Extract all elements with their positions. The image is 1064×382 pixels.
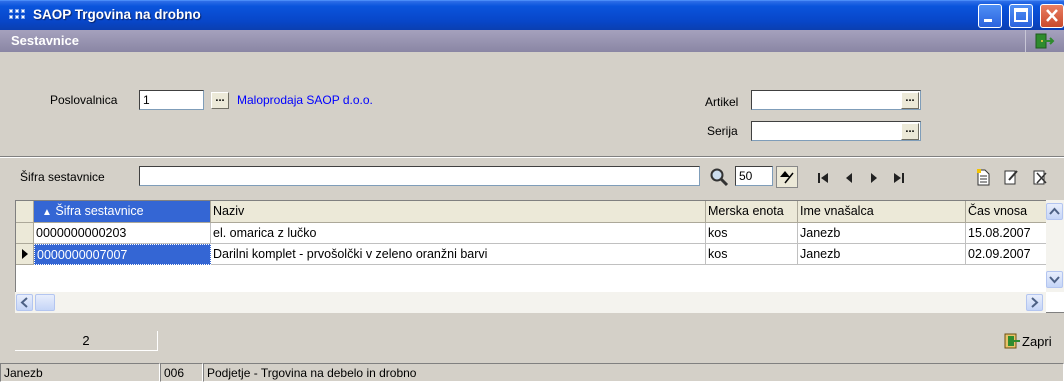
next-icon xyxy=(871,173,877,183)
last-icon xyxy=(894,173,904,183)
status-bar: Janezb 006 Podjetje - Trgovina na debelo… xyxy=(0,362,1064,382)
scroll-right-button[interactable] xyxy=(1026,294,1043,311)
scroll-thumb[interactable] xyxy=(35,294,55,311)
poslovalnica-input[interactable]: 1 xyxy=(139,90,204,110)
chevron-down-icon xyxy=(1049,276,1060,284)
column-header-sifra[interactable]: ▲ Šifra sestavnice xyxy=(34,201,211,223)
first-record-button[interactable] xyxy=(813,168,835,190)
form-title: Sestavnice xyxy=(11,33,79,48)
cell-ime-vnasalca[interactable]: Janezb xyxy=(798,223,966,244)
cell-naziv[interactable]: el. omarica z lučko xyxy=(211,223,706,244)
serija-label: Serija xyxy=(707,124,738,138)
current-row-arrow-icon xyxy=(22,249,28,259)
window-titlebar[interactable]: SAOP Trgovina na drobno xyxy=(0,0,1064,30)
poslovalnica-name-link[interactable]: Maloprodaja SAOP d.o.o. xyxy=(237,93,373,107)
artikel-input[interactable] xyxy=(751,90,921,110)
scroll-left-button[interactable] xyxy=(16,294,33,311)
vertical-scrollbar[interactable] xyxy=(1046,200,1064,292)
table-header-row: ▲ Šifra sestavnice Naziv Merska enota Im… xyxy=(16,201,1064,223)
edit-record-button[interactable] xyxy=(1001,167,1023,189)
new-document-icon xyxy=(977,169,990,186)
search-icon xyxy=(710,168,729,187)
poslovalnica-lookup-button[interactable]: ... xyxy=(211,92,229,109)
artikel-lookup-button[interactable]: ... xyxy=(901,92,919,109)
maximize-icon xyxy=(1014,8,1028,22)
cell-merska-enota[interactable]: kos xyxy=(706,244,798,265)
scroll-up-button[interactable] xyxy=(1046,203,1063,220)
row-indicator xyxy=(16,244,34,265)
table-row-selected[interactable]: 0000000007007 Darilni komplet - prvošolč… xyxy=(16,244,1064,265)
scroll-down-button[interactable] xyxy=(1046,271,1063,288)
form-caption: Sestavnice xyxy=(0,30,1064,52)
close-icon xyxy=(1046,9,1058,22)
horizontal-scrollbar[interactable] xyxy=(15,292,1046,313)
header-indicator xyxy=(16,201,34,223)
cell-cas-vnosa[interactable]: 02.09.2007 xyxy=(966,244,1047,265)
prev-icon xyxy=(846,173,852,183)
door-exit-icon xyxy=(1004,333,1020,349)
status-user: Janezb xyxy=(0,363,160,382)
poslovalnica-label: Poslovalnica xyxy=(50,93,118,107)
chevron-left-icon xyxy=(20,297,28,308)
record-count: 2 xyxy=(15,331,158,351)
rows-stepper-button[interactable] xyxy=(776,166,798,188)
close-form-button[interactable]: Zapri xyxy=(1002,331,1060,353)
serija-lookup-button[interactable]: ... xyxy=(901,123,919,140)
close-label: Zapri xyxy=(1022,334,1052,349)
status-company-code: 006 xyxy=(160,363,203,382)
column-header-cas-vnosa[interactable]: Čas vnosa xyxy=(966,201,1047,223)
table-row[interactable]: 0000000000203 el. omarica z lučko kos Ja… xyxy=(16,223,1064,244)
rows-per-page-input[interactable]: 50 xyxy=(735,166,773,186)
cell-sifra[interactable]: 0000000007007 xyxy=(34,244,211,265)
last-record-button[interactable] xyxy=(889,168,911,190)
artikel-label: Artikel xyxy=(705,95,739,109)
column-header-ime-vnasalca[interactable]: Ime vnašalca xyxy=(798,201,966,223)
cell-merska-enota[interactable]: kos xyxy=(706,223,798,244)
edit-document-icon xyxy=(1004,170,1018,185)
delete-document-icon xyxy=(1033,170,1047,185)
next-record-button[interactable] xyxy=(864,168,886,190)
delete-record-button[interactable] xyxy=(1030,167,1052,189)
exit-form-button[interactable] xyxy=(1025,30,1058,52)
prev-record-button[interactable] xyxy=(839,168,861,190)
maximize-button[interactable] xyxy=(1009,4,1033,28)
column-header-naziv[interactable]: Naziv xyxy=(211,201,706,223)
section-divider xyxy=(0,156,1064,158)
status-company: Podjetje - Trgovina na debelo in drobno xyxy=(203,363,1064,382)
app-icon xyxy=(9,9,26,23)
serija-input[interactable] xyxy=(751,121,921,141)
exit-door-icon xyxy=(1035,33,1055,49)
column-header-label: Šifra sestavnice xyxy=(55,204,144,218)
first-icon xyxy=(818,173,828,183)
sort-asc-icon: ▲ xyxy=(42,207,52,218)
search-input[interactable] xyxy=(139,166,700,186)
stepper-arrows-icon xyxy=(780,171,794,184)
window-title: SAOP Trgovina na drobno xyxy=(33,7,201,22)
chevron-right-icon xyxy=(1031,297,1039,308)
cell-sifra[interactable]: 0000000000203 xyxy=(34,223,211,244)
minimize-button[interactable] xyxy=(978,4,1002,28)
cell-cas-vnosa[interactable]: 15.08.2007 xyxy=(966,223,1047,244)
cell-ime-vnasalca[interactable]: Janezb xyxy=(798,244,966,265)
close-window-button[interactable] xyxy=(1040,4,1064,28)
search-button[interactable] xyxy=(708,166,730,188)
minimize-icon xyxy=(984,19,992,22)
chevron-up-icon xyxy=(1049,207,1060,215)
search-label: Šifra sestavnice xyxy=(20,170,105,184)
new-record-button[interactable] xyxy=(973,167,995,189)
row-indicator xyxy=(16,223,34,244)
column-header-merska-enota[interactable]: Merska enota xyxy=(706,201,798,223)
cell-naziv[interactable]: Darilni komplet - prvošolčki v zeleno or… xyxy=(211,244,706,265)
